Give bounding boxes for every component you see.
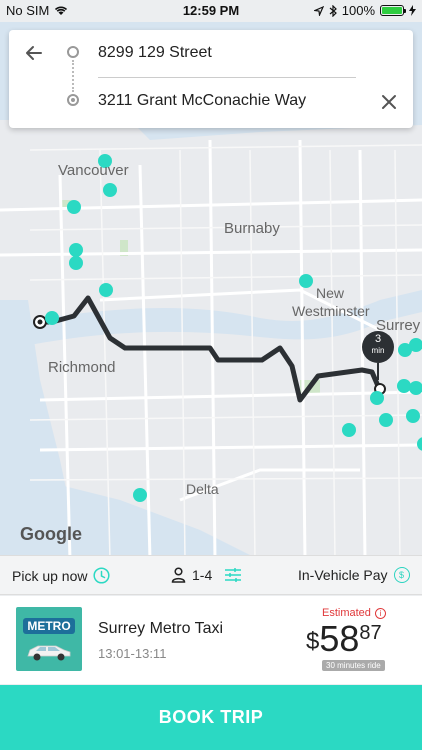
status-right: 100%: [313, 3, 416, 18]
taxi-dot-17: [417, 437, 422, 451]
person-icon: [171, 567, 186, 583]
payment-label: In-Vehicle Pay: [298, 567, 388, 583]
taxi-dot-16: [342, 423, 356, 437]
map-label-richmond: Richmond: [48, 359, 116, 376]
status-bar: No SIM 12:59 PM 100%: [0, 0, 422, 22]
street-3: [29, 274, 422, 281]
taxi-dot-15: [406, 409, 420, 423]
map-label-new-westminster-2: Westminster: [292, 303, 370, 319]
pickup-time-option[interactable]: Pick up now: [12, 567, 111, 584]
street-9: [329, 149, 336, 555]
taxi-dot-14: [379, 413, 393, 427]
battery-icon: [380, 5, 406, 16]
dropoff-address-field[interactable]: 3211 Grant McConachie Way: [98, 92, 358, 110]
close-icon: [382, 95, 396, 109]
stop-connector: [72, 60, 74, 92]
destination-dot-icon: [67, 94, 79, 106]
taxi-dot-7: [45, 311, 59, 325]
car-icon: [27, 645, 71, 661]
origin-marker-center: [37, 319, 43, 325]
taxi-dot-3: [67, 200, 81, 214]
taxi-dot-11: [397, 379, 411, 393]
pickup-address-field[interactable]: 8299 129 Street: [98, 44, 358, 62]
battery-percent: 100%: [341, 3, 375, 18]
map-label-vancouver: Vancouver: [58, 162, 129, 179]
route-card: 8299 129 Street 3211 Grant McConachie Wa…: [9, 30, 413, 128]
taxi-dot-13: [370, 391, 384, 405]
eta-unit: min: [371, 346, 385, 355]
eta-value: 3: [374, 333, 382, 345]
road-8: [39, 390, 422, 402]
location-arrow-icon: [313, 5, 324, 16]
taxi-company-logo: METRO: [16, 607, 82, 671]
taxi-option-row[interactable]: METRO Surrey Metro Taxi 13:01-13:11 Esti…: [0, 596, 422, 684]
clear-destination-button[interactable]: [379, 92, 399, 112]
map-label-burnaby: Burnaby: [224, 220, 280, 237]
taxi-dot-5: [69, 256, 83, 270]
street-7: [179, 149, 186, 555]
passenger-option[interactable]: 1-4: [171, 567, 242, 583]
charging-icon: [409, 5, 416, 16]
eta-badge: 3 min: [362, 334, 394, 356]
price-currency: $: [306, 628, 320, 655]
pickup-time-label: Pick up now: [12, 567, 88, 584]
price-dollars: 58: [319, 618, 360, 659]
ride-duration-badge: 30 minutes ride: [322, 660, 385, 671]
filter-sliders-icon: [225, 568, 242, 582]
taxi-dot-8: [299, 274, 313, 288]
address-divider: [98, 77, 356, 78]
street-8: [249, 149, 256, 555]
taxi-arrival-window: 13:01-13:11: [98, 646, 167, 661]
bluetooth-icon: [329, 4, 337, 17]
options-bar: Pick up now 1-4 In-Vehicle Pay $: [0, 555, 422, 595]
map-label-surrey: Surrey: [376, 317, 421, 334]
back-arrow-icon: [26, 46, 42, 60]
taxi-dot-6: [99, 283, 113, 297]
taxi-dot-4: [69, 243, 83, 257]
back-button[interactable]: [21, 40, 47, 66]
origin-dot-icon: [67, 46, 79, 58]
taxi-company-name: Surrey Metro Taxi: [98, 620, 224, 637]
map-label-delta: Delta: [186, 481, 219, 497]
battery-fill: [382, 7, 402, 14]
street-6: [99, 149, 111, 555]
dollar-icon: $: [393, 567, 410, 583]
price-cents: 87: [359, 622, 382, 644]
map-label-new-westminster-1: New: [316, 285, 345, 301]
book-trip-button[interactable]: BOOK TRIP: [0, 685, 422, 750]
fare-price: $ 58 87: [306, 620, 382, 658]
street-1: [29, 144, 422, 151]
passenger-count: 1-4: [192, 567, 213, 583]
taxi-dot-18: [133, 488, 147, 502]
info-icon: i: [374, 607, 386, 619]
clock-icon: [93, 567, 111, 584]
google-logo[interactable]: Google: [20, 524, 82, 545]
taxi-dot-2: [103, 183, 117, 197]
payment-option[interactable]: In-Vehicle Pay $: [298, 567, 410, 583]
taxi-logo-text: METRO: [23, 618, 75, 634]
